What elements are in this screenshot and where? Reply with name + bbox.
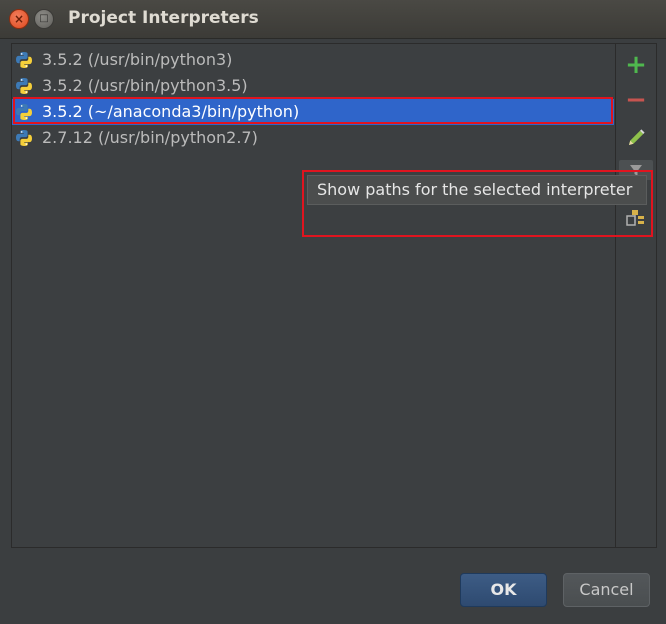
add-icon: +: [625, 50, 647, 80]
python-icon: [16, 52, 32, 68]
add-interpreter-button[interactable]: +: [624, 52, 648, 78]
python-icon: [16, 78, 32, 94]
interpreter-label: 2.7.12 (/usr/bin/python2.7): [42, 128, 258, 147]
interpreter-label: 3.5.2 (/usr/bin/python3.5): [42, 76, 248, 95]
maximize-window-button[interactable]: □: [34, 9, 54, 29]
interpreter-item[interactable]: 2.7.12 (/usr/bin/python2.7): [12, 125, 614, 151]
interpreters-panel: 3.5.2 (/usr/bin/python3) 3.5.2 (/usr/bin…: [11, 43, 657, 548]
close-window-button[interactable]: ×: [9, 9, 29, 29]
interpreter-item[interactable]: 3.5.2 (/usr/bin/python3): [12, 47, 614, 73]
interpreter-toolbar: + −: [615, 44, 657, 547]
interpreter-list[interactable]: 3.5.2 (/usr/bin/python3) 3.5.2 (/usr/bin…: [12, 44, 614, 547]
cancel-button[interactable]: Cancel: [563, 573, 650, 607]
python-icon: [16, 130, 32, 146]
selection-highlight-box: [13, 97, 613, 124]
tooltip-highlight-box: [302, 170, 653, 237]
interpreter-label: 3.5.2 (/usr/bin/python3): [42, 50, 233, 69]
ok-button[interactable]: OK: [460, 573, 547, 607]
pencil-icon: [629, 129, 645, 145]
title-bar: × □ Project Interpreters: [0, 0, 666, 39]
interpreter-item[interactable]: 3.5.2 (/usr/bin/python3.5): [12, 73, 614, 99]
remove-interpreter-button[interactable]: −: [624, 87, 648, 114]
edit-interpreter-button[interactable]: [624, 126, 648, 150]
window-title: Project Interpreters: [68, 8, 259, 28]
remove-icon: −: [625, 85, 647, 115]
